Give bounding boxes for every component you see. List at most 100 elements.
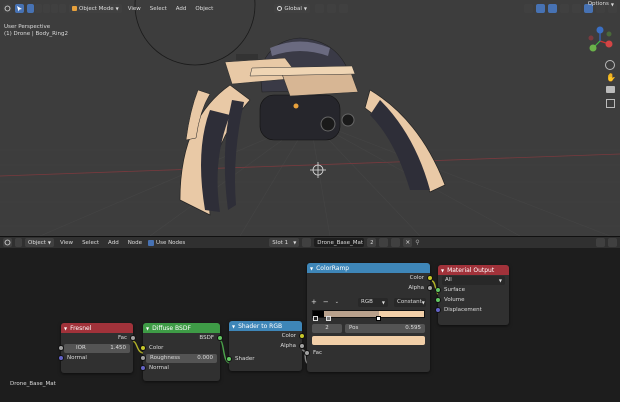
camera-view-icon[interactable] [606,86,615,93]
stop-index-field[interactable]: 2 [312,323,342,333]
select-subtract-icon[interactable] [43,4,50,13]
collapse-arrow-icon[interactable]: ▼ [64,326,67,331]
stop-pos-field[interactable]: Pos 0.595 [345,323,425,333]
alpha-output-socket[interactable] [299,343,305,349]
shader-type-icon[interactable] [15,238,22,247]
menu-object[interactable]: Object [192,6,216,12]
volume-input-socket[interactable] [435,297,441,303]
viewport-canvas[interactable] [0,0,620,236]
remove-stop-button[interactable]: − [323,298,329,306]
fake-user-icon[interactable] [379,238,389,247]
material-output-node[interactable]: ▼ Material Output All ▼ Surface Volume D… [435,265,509,325]
snap-node-icon[interactable] [596,238,605,247]
ramp-menu-chevron-icon[interactable]: ⌄ [335,299,339,305]
node-editor-type-icon[interactable] [3,238,12,247]
object-mode-icon [72,6,77,11]
slot-dropdown[interactable]: Slot 1 ▼ [269,238,300,247]
stop-color-swatch[interactable] [312,336,425,345]
menu-add[interactable]: Add [173,6,190,12]
fac-input-socket[interactable] [304,350,310,356]
colorramp-node[interactable]: ▼ ColorRamp Color Alpha + − ⌄ RGB ▼ Cons… [304,263,433,372]
node-editor-canvas[interactable]: ▼ Fresnel Fac IOR 1.450 Normal ▼ Diffuse… [0,248,620,402]
mode-dropdown[interactable]: Object Mode ▼ [69,4,122,13]
collapse-arrow-icon[interactable]: ▼ [146,326,149,331]
viewport[interactable]: Object Mode ▼ View Select Add Object Glo… [0,0,620,236]
collapse-arrow-icon[interactable]: ▼ [441,268,444,273]
displacement-input-socket[interactable] [435,307,441,313]
select-intersect-icon[interactable] [59,4,66,13]
colorramp-out-color: Color [307,273,433,283]
shader-input-socket[interactable] [226,356,232,362]
colorramp-stop-row: 2 Pos 0.595 [307,323,430,333]
navigation-gizmo[interactable] [583,24,617,58]
color-ramp-bar[interactable] [312,310,425,321]
node-menu-node[interactable]: Node [125,240,145,246]
material-browse-icon[interactable] [302,238,312,247]
ramp-stop-handle-1[interactable] [313,316,318,321]
interpolation-dropdown[interactable]: Constant ▼ [394,297,426,307]
gizmo-icon[interactable] [536,4,545,13]
use-nodes-label: Use Nodes [156,239,186,246]
ior-input-socket[interactable] [58,345,64,351]
menu-view[interactable]: View [125,6,144,12]
color-output-socket[interactable] [299,333,305,339]
roughness-input-socket[interactable] [140,355,146,361]
ior-label: IOR [76,345,86,351]
ior-field[interactable]: IOR 1.450 [64,343,130,353]
diffuse-header[interactable]: ▼ Diffuse BSDF [143,323,220,333]
shading-wireframe-icon[interactable] [572,4,581,13]
add-stop-button[interactable]: + [311,298,317,306]
object-type-dropdown[interactable]: Object ▼ [25,238,54,247]
color-mode-dropdown[interactable]: RGB ▼ [358,297,388,307]
select-tool-icon[interactable] [15,4,24,13]
node-menu-add[interactable]: Add [105,240,122,246]
transform-orientation-dropdown[interactable]: Global ▼ [274,4,310,13]
snap-icon[interactable] [327,4,336,13]
material-output-header[interactable]: ▼ Material Output [438,265,509,275]
alpha-output-socket[interactable] [427,285,433,291]
backdrop-icon[interactable] [608,238,617,247]
fresnel-header[interactable]: ▼ Fresnel [61,323,133,333]
xray-icon[interactable] [560,4,569,13]
normal-input-socket[interactable] [140,365,146,371]
colorramp-header[interactable]: ▼ ColorRamp [307,263,430,273]
pivot-icon[interactable] [315,4,324,13]
use-nodes-toggle[interactable]: Use Nodes [148,239,186,246]
node-menu-view[interactable]: View [57,240,76,246]
ramp-stop-handle-3[interactable] [376,316,382,321]
select-invert-icon[interactable] [51,4,58,13]
duplicate-icon[interactable] [391,238,401,247]
user-count-button[interactable]: 2 [367,238,377,247]
fresnel-node[interactable]: ▼ Fresnel Fac IOR 1.450 Normal [58,323,136,373]
roughness-field[interactable]: Roughness 0.000 [146,353,217,363]
shader-to-rgb-node[interactable]: ▼ Shader to RGB Color Alpha Shader [226,321,305,371]
editor-type-icon[interactable] [3,4,12,13]
collapse-arrow-icon[interactable]: ▼ [310,266,313,271]
normal-input-socket[interactable] [58,355,64,361]
proportional-edit-icon[interactable] [339,4,348,13]
pin-icon[interactable]: ⚲ [415,239,419,246]
grid-view-icon[interactable] [606,99,615,108]
surface-row: Surface [435,285,509,295]
color-output-socket[interactable] [427,275,433,281]
material-name-field[interactable]: Drone_Base_Mat [314,238,365,247]
diffuse-bsdf-node[interactable]: ▼ Diffuse BSDF BSDF Color Roughness 0.00… [140,323,223,381]
select-new-icon[interactable] [27,4,34,13]
overlay-icon[interactable] [548,4,557,13]
color-input-socket[interactable] [140,345,146,351]
menu-select[interactable]: Select [147,6,170,12]
ramp-stop-handle-2[interactable] [326,316,332,321]
options-dropdown[interactable]: Options ▼ [585,0,617,8]
pan-hand-icon[interactable]: ✋ [606,73,616,82]
fac-output-socket[interactable] [130,335,136,341]
bsdf-output-socket[interactable] [217,335,223,341]
unlink-icon[interactable]: × [403,238,413,247]
select-extend-icon[interactable] [35,4,42,13]
collapse-arrow-icon[interactable]: ▼ [232,324,235,329]
node-menu-select[interactable]: Select [79,240,102,246]
zoom-icon[interactable] [605,60,615,70]
surface-input-socket[interactable] [435,287,441,293]
target-dropdown[interactable]: All ▼ [442,275,505,285]
visibility-icon[interactable] [524,4,533,13]
shader-to-rgb-header[interactable]: ▼ Shader to RGB [229,321,302,331]
